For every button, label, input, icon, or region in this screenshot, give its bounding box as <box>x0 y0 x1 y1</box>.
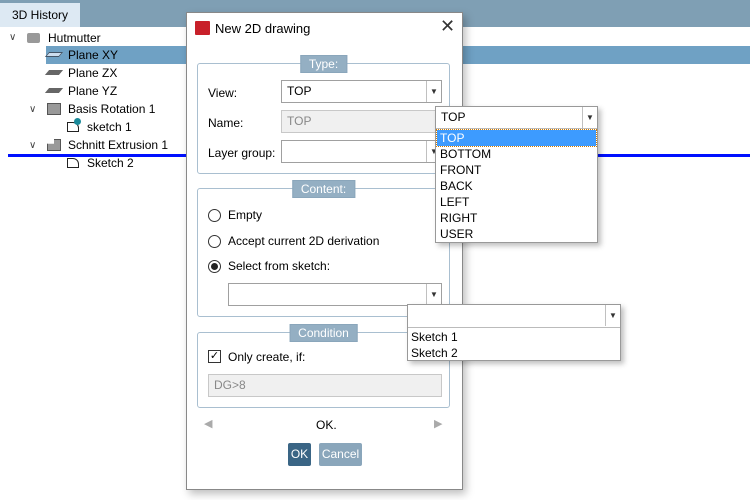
only-create-checkbox[interactable]: ✓ <box>208 350 221 363</box>
plane-icon <box>44 88 64 93</box>
view-dropdown-value[interactable]: TOP ▼ <box>436 107 597 129</box>
extrusion-icon <box>47 139 61 151</box>
dialog-title: New 2D drawing <box>215 21 311 36</box>
radio-empty[interactable] <box>208 209 221 222</box>
view-value: TOP <box>287 84 312 98</box>
view-dropdown-text: TOP <box>441 110 466 124</box>
option-back[interactable]: BACK <box>437 178 596 194</box>
chevron-down-icon[interactable]: ∨ <box>9 32 16 43</box>
radio-empty-label: Empty <box>228 208 263 222</box>
chevron-down-icon[interactable]: ▼ <box>426 81 441 102</box>
option-front[interactable]: FRONT <box>437 162 596 178</box>
option-right[interactable]: RIGHT <box>437 210 596 226</box>
option-sketch-2[interactable]: Sketch 2 <box>408 345 620 361</box>
sketch-icon <box>67 158 79 168</box>
status-text: OK. <box>316 418 337 432</box>
prev-arrow-icon[interactable]: ◀ <box>204 417 212 430</box>
chevron-down-icon[interactable]: ∨ <box>29 140 36 151</box>
option-user[interactable]: USER <box>437 226 596 242</box>
drawing-app-icon <box>195 21 210 35</box>
solid-icon <box>47 103 61 115</box>
chevron-down-icon[interactable]: ▼ <box>582 107 597 128</box>
cancel-button[interactable]: Cancel <box>319 443 362 466</box>
name-field[interactable]: TOP <box>281 110 442 133</box>
content-legend: Content: <box>291 180 356 198</box>
option-left[interactable]: LEFT <box>437 194 596 210</box>
sketch-combo[interactable]: ▼ <box>228 283 442 306</box>
type-legend: Type: <box>299 55 348 73</box>
content-group: Content: Empty Accept current 2D derivat… <box>197 180 450 317</box>
next-arrow-icon[interactable]: ▶ <box>434 417 442 430</box>
radio-select-sketch[interactable] <box>208 260 221 273</box>
name-label: Name: <box>208 116 244 130</box>
only-create-label: Only create, if: <box>228 350 306 364</box>
view-label: View: <box>208 86 238 100</box>
close-icon[interactable]: ✕ <box>440 16 455 37</box>
layer-group-combo[interactable]: ▼ <box>281 140 442 163</box>
tab-3d-history[interactable]: 3D History <box>0 3 80 27</box>
option-sketch-1[interactable]: Sketch 1 <box>408 329 620 345</box>
chevron-down-icon[interactable]: ▼ <box>426 284 441 305</box>
radio-accept-label: Accept current 2D derivation <box>228 234 380 248</box>
layer-group-label: Layer group: <box>208 146 276 160</box>
option-top[interactable]: TOP <box>436 129 597 147</box>
chevron-down-icon[interactable]: ▼ <box>605 305 620 326</box>
option-bottom[interactable]: BOTTOM <box>437 146 596 162</box>
chevron-down-icon[interactable]: ∨ <box>29 104 36 115</box>
condition-legend: Condition <box>289 324 358 342</box>
new-2d-drawing-dialog: New 2D drawing ✕ Type: View: TOP ▼ Name: … <box>186 12 463 490</box>
plane-icon <box>44 70 64 75</box>
type-group: Type: View: TOP ▼ Name: TOP Layer group: … <box>197 55 450 174</box>
radio-accept-derivation[interactable] <box>208 235 221 248</box>
sketch-dropdown-value[interactable]: ▼ <box>408 305 620 328</box>
nut-icon <box>27 33 40 43</box>
ok-button[interactable]: OK <box>288 443 311 466</box>
view-combo[interactable]: TOP ▼ <box>281 80 442 103</box>
radio-select-label: Select from sketch: <box>228 259 331 273</box>
condition-field[interactable]: DG>8 <box>208 374 442 397</box>
view-dropdown: TOP ▼ TOP BOTTOM FRONT BACK LEFT RIGHT US… <box>435 106 598 243</box>
sketch-dropdown: ▼ Sketch 1 Sketch 2 <box>407 304 621 361</box>
